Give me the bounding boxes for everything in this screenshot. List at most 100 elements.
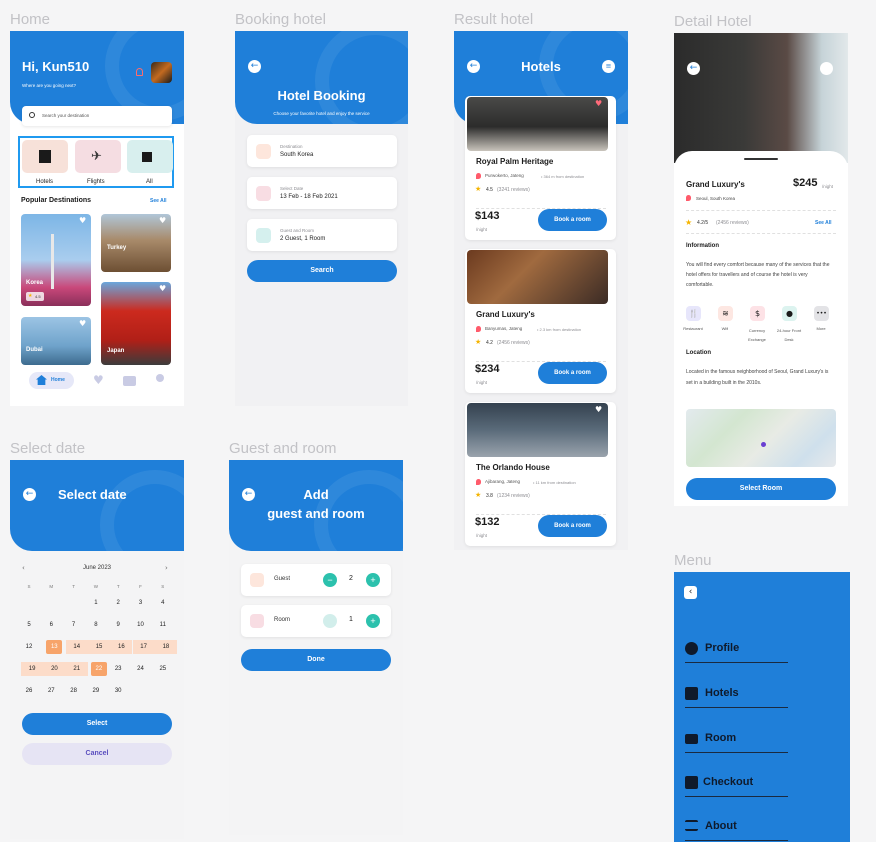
calendar-day[interactable]: 29 [88,684,104,698]
calendar-day[interactable]: 9 [110,618,126,632]
calendar-day[interactable]: 19 [21,662,44,676]
calendar-day[interactable]: 27 [43,684,59,698]
date-field[interactable]: Select Date 13 Feb - 18 Feb 2021 [247,177,397,209]
calendar-day[interactable]: 22 [90,662,107,676]
destination-card-dubai[interactable]: ♥ Dubai [21,317,91,365]
calendar-day[interactable]: 25 [155,662,171,676]
hotel-icon [39,150,51,163]
hotel-reviews: (1234 reviews) [497,493,530,499]
select-button[interactable]: Select [22,713,172,735]
hotel-distance: • 2.3 km from destination [537,327,582,332]
heart-nav-icon[interactable]: ♥ [93,374,104,386]
menu-item-checkout[interactable]: Checkout [685,773,788,797]
done-button[interactable]: Done [241,649,391,671]
calendar-day[interactable]: 8 [88,618,104,632]
destination-card-japan[interactable]: ♥ Japan [101,282,171,365]
search-input[interactable]: Search your destination [22,106,172,126]
menu-item-about[interactable]: About [685,817,788,841]
category-flights[interactable]: ✈ [75,140,121,173]
destination-card-turkey[interactable]: ♥ Turkey [101,214,171,272]
heart-icon[interactable] [820,62,833,75]
calendar-day[interactable]: 23 [110,662,126,676]
bell-icon[interactable] [136,68,143,76]
guest-room-field[interactable]: Guest and Room 2 Guest, 1 Room [247,219,397,251]
calendar-day[interactable]: 6 [43,618,59,632]
see-all-reviews-link[interactable]: See All [815,220,832,226]
cancel-button[interactable]: Cancel [22,743,172,765]
calendar-day[interactable]: 24 [133,662,149,676]
calendar-day[interactable]: 11 [155,618,171,632]
see-all-link[interactable]: See All [150,198,167,204]
calendar-day[interactable]: 7 [66,618,82,632]
fork-knife-icon[interactable]: 🍴 [686,306,701,321]
guest-decrement-button[interactable]: − [323,573,337,587]
category-label-all: All [146,179,153,185]
drag-handle[interactable] [744,158,778,160]
calendar-day[interactable]: 13 [46,640,63,654]
bed-icon [256,228,271,243]
heart-icon[interactable]: ♥ [595,406,603,414]
location-map[interactable] [686,409,836,467]
avatar[interactable] [151,62,172,83]
hotel-hero-image: ← [674,33,848,163]
dollar-icon[interactable]: $ [750,306,765,321]
calendar-day[interactable]: 16 [110,640,133,654]
menu-item-room[interactable]: Room [685,729,788,753]
destination-card-korea[interactable]: ♥ Korea ★ 4.5 [21,214,91,306]
calendar-day[interactable]: 5 [21,618,37,632]
calendar-day[interactable]: 18 [154,640,178,654]
profile-nav-icon[interactable] [156,374,164,382]
back-button[interactable]: ← [687,62,700,75]
heart-icon[interactable]: ♥ [159,285,167,293]
calendar-day[interactable]: 3 [133,596,149,610]
booking-subtitle: Choose your favorite hotel and enjoy the… [273,111,370,116]
heart-icon[interactable]: ♥ [79,320,87,328]
calendar-day[interactable]: 28 [66,684,82,698]
calendar-day[interactable]: 10 [133,618,149,632]
calendar-day[interactable]: 17 [132,640,155,654]
back-button[interactable]: ← [23,488,36,501]
calendar-day[interactable]: 26 [21,684,37,698]
back-button[interactable]: ‹ [684,586,697,599]
heart-icon[interactable]: ♥ [595,100,603,108]
menu-item-hotels[interactable]: Hotels [685,684,788,708]
heart-icon[interactable]: ♥ [79,217,87,225]
book-room-button[interactable]: Book a room [538,209,607,231]
hotel-card[interactable]: Grand Luxury's Banyumas, Jateng • 2.3 km… [465,249,616,393]
star-icon: ★ [475,186,482,193]
calendar-day[interactable]: 21 [65,662,88,676]
menu-item-profile[interactable]: Profile [685,639,788,663]
calendar-day[interactable]: 1 [88,596,104,610]
calendar-day[interactable]: 12 [21,640,37,654]
room-increment-button[interactable]: + [366,614,380,628]
person-icon[interactable]: ● [782,306,797,321]
hotel-card[interactable]: ♥ Royal Palm Heritage Purwokerto, Jateng… [465,96,616,240]
nav-home[interactable]: Home [29,372,74,389]
room-count: 1 [349,616,353,623]
calendar-day[interactable]: 4 [155,596,171,610]
heart-icon[interactable]: ♥ [159,217,167,225]
menu-label: Room [705,732,737,744]
room-decrement-button[interactable] [323,614,337,628]
category-all[interactable] [127,140,173,173]
hotel-rating: 3.8 [486,493,493,499]
hotel-card[interactable]: ♥ The Orlando House Ajibarang, Jateng • … [465,402,616,546]
wifi-icon[interactable]: ≋ [718,306,733,321]
back-button[interactable]: ← [248,60,261,73]
search-button[interactable]: Search [247,260,397,282]
calendar-day[interactable]: 15 [87,640,111,654]
calendar-day[interactable]: 30 [110,684,126,698]
guest-increment-button[interactable]: + [366,573,380,587]
next-month-icon[interactable]: › [165,564,168,572]
calendar-day[interactable]: 2 [110,596,126,610]
menu-icon[interactable]: ≡ [602,60,615,73]
book-room-button[interactable]: Book a room [538,362,607,384]
book-room-button[interactable]: Book a room [538,515,607,537]
briefcase-icon[interactable] [123,376,136,386]
category-hotels[interactable] [22,140,68,173]
calendar-day[interactable]: 20 [43,662,66,676]
calendar-day[interactable]: 14 [65,640,88,654]
more-icon[interactable]: ••• [814,306,829,321]
select-room-button[interactable]: Select Room [686,478,836,500]
destination-field[interactable]: Destination South Korea [247,135,397,167]
